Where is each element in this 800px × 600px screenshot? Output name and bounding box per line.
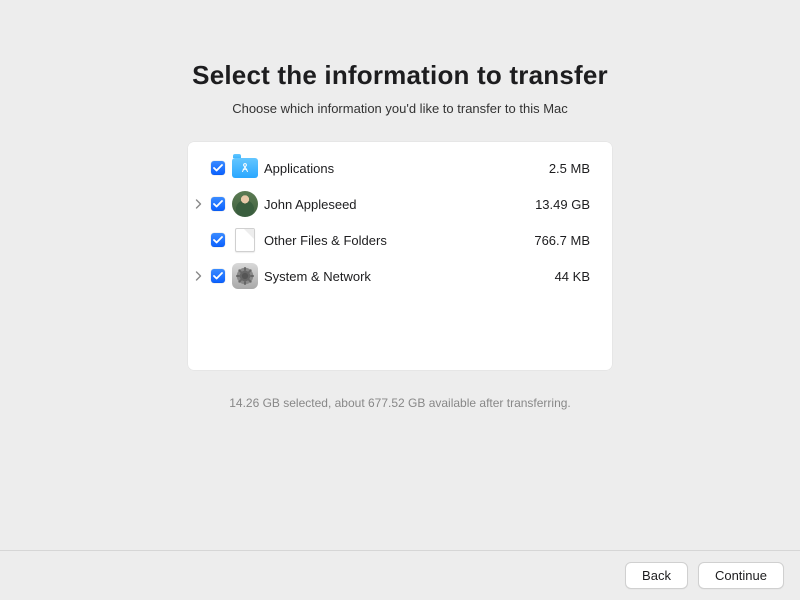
document-icon [235, 228, 255, 252]
page-subtitle: Choose which information you'd like to t… [232, 101, 568, 116]
checkbox-system-network[interactable] [211, 269, 225, 283]
item-label: Applications [262, 161, 549, 176]
checkmark-icon [213, 236, 223, 244]
item-size: 13.49 GB [535, 197, 590, 212]
page-title: Select the information to transfer [192, 60, 608, 91]
list-item: System & Network 44 KB [188, 258, 600, 294]
checkmark-icon [213, 200, 223, 208]
chevron-right-icon [195, 199, 202, 209]
user-avatar-icon [232, 191, 258, 217]
selection-summary: 14.26 GB selected, about 677.52 GB avail… [229, 396, 571, 410]
item-label: System & Network [262, 269, 555, 284]
checkbox-applications[interactable] [211, 161, 225, 175]
disclosure-toggle[interactable] [195, 199, 202, 209]
transfer-list: Applications 2.5 MB John Appleseed 13.49… [188, 142, 612, 370]
item-size: 2.5 MB [549, 161, 590, 176]
checkmark-icon [213, 272, 223, 280]
chevron-right-icon [195, 271, 202, 281]
checkbox-user[interactable] [211, 197, 225, 211]
continue-button[interactable]: Continue [698, 562, 784, 589]
disclosure-toggle[interactable] [195, 271, 202, 281]
footer-bar: Back Continue [0, 550, 800, 600]
checkbox-other-files[interactable] [211, 233, 225, 247]
item-label: Other Files & Folders [262, 233, 534, 248]
list-item: Applications 2.5 MB [188, 150, 600, 186]
list-item: Other Files & Folders 766.7 MB [188, 222, 600, 258]
system-settings-icon [232, 263, 258, 289]
item-size: 766.7 MB [534, 233, 590, 248]
checkmark-icon [213, 164, 223, 172]
back-button[interactable]: Back [625, 562, 688, 589]
item-size: 44 KB [555, 269, 590, 284]
list-item: John Appleseed 13.49 GB [188, 186, 600, 222]
applications-folder-icon [232, 158, 258, 178]
item-label: John Appleseed [262, 197, 535, 212]
